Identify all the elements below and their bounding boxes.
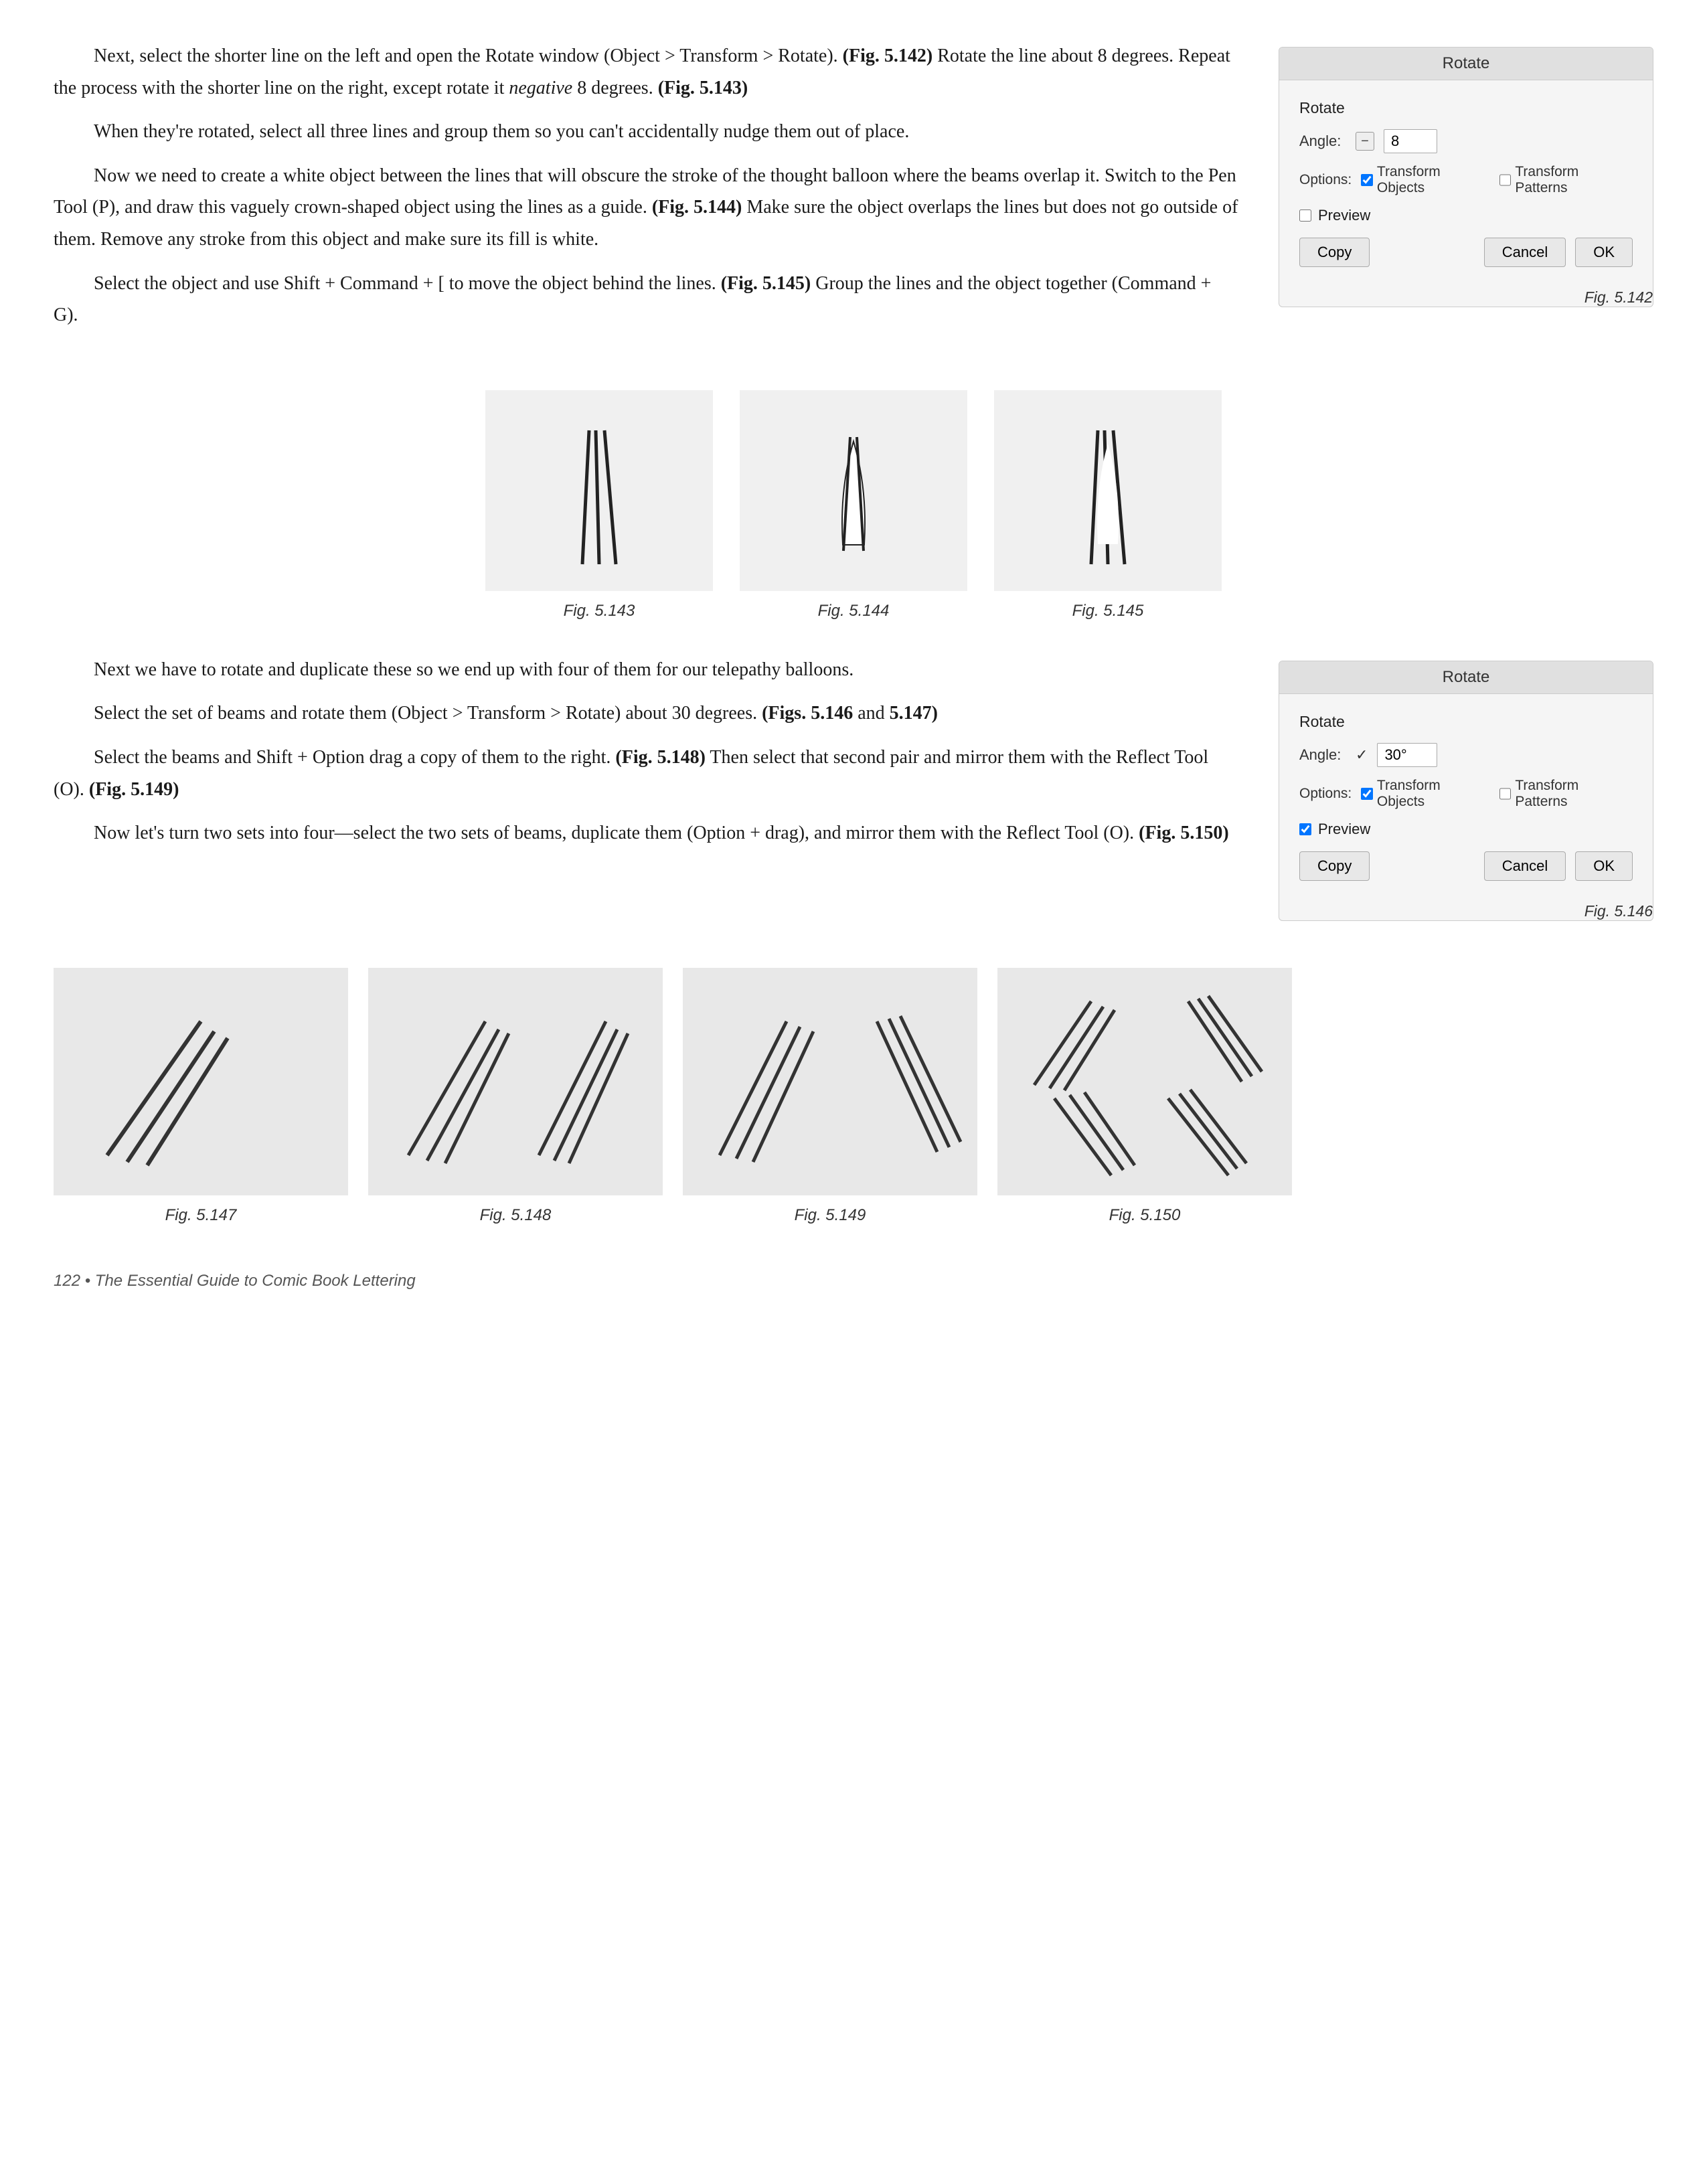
fig150-ref: (Fig. 5.150) bbox=[1139, 823, 1229, 843]
page-content: Next, select the shorter line on the lef… bbox=[54, 40, 1653, 1290]
checkmark-icon-2: ✓ bbox=[1356, 746, 1368, 764]
fig142-ref: (Fig. 5.142) bbox=[843, 46, 933, 66]
page-separator: • bbox=[85, 1272, 95, 1290]
options-row-2: Options: Transform Objects Transform Pat… bbox=[1299, 778, 1633, 810]
dialog-body-1: Rotate Angle: − Options: Transform Objec… bbox=[1279, 80, 1653, 283]
fig146-caption: Fig. 5.146 bbox=[1279, 902, 1653, 920]
angle-input-1[interactable] bbox=[1384, 129, 1437, 153]
angle-label-2: Angle: bbox=[1299, 746, 1346, 764]
figure-149: Fig. 5.149 bbox=[683, 968, 977, 1225]
minus-button-1[interactable]: − bbox=[1356, 132, 1374, 151]
text-column-1: Next, select the shorter line on the lef… bbox=[54, 40, 1238, 343]
preview-label-2: Preview bbox=[1318, 821, 1370, 838]
para-6: Select the set of beams and rotate them … bbox=[54, 697, 1238, 730]
copy-button-1[interactable]: Copy bbox=[1299, 238, 1370, 267]
transform-patterns-checkbox-1[interactable] bbox=[1499, 174, 1512, 186]
fig145-ref: (Fig. 5.145) bbox=[721, 273, 811, 294]
fig144-label: Fig. 5.144 bbox=[818, 602, 890, 620]
dialog-body-2: Rotate Angle: ✓ Options: Transform Objec… bbox=[1279, 694, 1653, 897]
text-column-2: Next we have to rotate and duplicate the… bbox=[54, 654, 1238, 861]
fig148-label: Fig. 5.148 bbox=[480, 1206, 552, 1225]
ok-button-1[interactable]: OK bbox=[1575, 238, 1633, 267]
dialog-section-2: Rotate bbox=[1299, 713, 1633, 731]
figures-row-1: Fig. 5.143 Fig. 5.144 bbox=[54, 390, 1653, 620]
preview-row-1: Preview bbox=[1299, 207, 1633, 224]
figure-150: Fig. 5.150 bbox=[997, 968, 1292, 1225]
page-number: 122 bbox=[54, 1272, 80, 1290]
mid-section: Next we have to rotate and duplicate the… bbox=[54, 654, 1653, 921]
fig147-label: Fig. 5.147 bbox=[165, 1206, 237, 1225]
transform-objects-label-2[interactable]: Transform Objects bbox=[1361, 778, 1489, 810]
preview-label-1: Preview bbox=[1318, 207, 1370, 224]
rotate-dialog-1: Rotate Rotate Angle: − Options: Transfor… bbox=[1279, 47, 1653, 307]
fig149-label: Fig. 5.149 bbox=[795, 1206, 866, 1225]
fig147-image bbox=[54, 968, 348, 1195]
figure-143: Fig. 5.143 bbox=[485, 390, 713, 620]
dialog-title-1: Rotate bbox=[1279, 48, 1653, 80]
options-row-1: Options: Transform Objects Transform Pat… bbox=[1299, 164, 1633, 196]
figs-146-147-ref: (Figs. 5.146 bbox=[762, 703, 853, 724]
angle-label-1: Angle: bbox=[1299, 133, 1346, 150]
fig144-image bbox=[740, 390, 967, 591]
transform-patterns-checkbox-2[interactable] bbox=[1499, 788, 1512, 800]
fig148-ref: (Fig. 5.148) bbox=[615, 747, 706, 768]
preview-row-2: Preview bbox=[1299, 821, 1633, 838]
para-5: Next we have to rotate and duplicate the… bbox=[54, 654, 1238, 686]
para-1: Next, select the shorter line on the lef… bbox=[54, 40, 1238, 104]
fig149-image bbox=[683, 968, 977, 1195]
cancel-button-2[interactable]: Cancel bbox=[1484, 851, 1566, 881]
dialog-buttons-2: Copy Cancel OK bbox=[1299, 851, 1633, 881]
figures-row-2: Fig. 5.147 Fig. 5.148 bbox=[54, 968, 1653, 1225]
fig143-image bbox=[485, 390, 713, 591]
options-label-2: Options: bbox=[1299, 786, 1352, 802]
fig142-caption: Fig. 5.142 bbox=[1279, 288, 1653, 307]
para-4: Select the object and use Shift + Comman… bbox=[54, 268, 1238, 331]
preview-checkbox-1[interactable] bbox=[1299, 209, 1311, 222]
fig150-label: Fig. 5.150 bbox=[1109, 1206, 1181, 1225]
para-7: Select the beams and Shift + Option drag… bbox=[54, 742, 1238, 805]
figure-144: Fig. 5.144 bbox=[740, 390, 967, 620]
transform-patterns-label-1[interactable]: Transform Patterns bbox=[1499, 164, 1633, 196]
figure-148: Fig. 5.148 bbox=[368, 968, 663, 1225]
fig145-image bbox=[994, 390, 1222, 591]
top-section: Next, select the shorter line on the lef… bbox=[54, 40, 1653, 343]
para-2: When they're rotated, select all three l… bbox=[54, 116, 1238, 148]
fig145-label: Fig. 5.145 bbox=[1072, 602, 1144, 620]
angle-row-2: Angle: ✓ bbox=[1299, 743, 1633, 767]
angle-row-1: Angle: − bbox=[1299, 129, 1633, 153]
ok-button-2[interactable]: OK bbox=[1575, 851, 1633, 881]
preview-checkbox-2[interactable] bbox=[1299, 823, 1311, 835]
fig143-ref: (Fig. 5.143) bbox=[658, 78, 748, 98]
para-8: Now let's turn two sets into four—select… bbox=[54, 817, 1238, 849]
figure-145: Fig. 5.145 bbox=[994, 390, 1222, 620]
dialog-buttons-1: Copy Cancel OK bbox=[1299, 238, 1633, 267]
copy-button-2[interactable]: Copy bbox=[1299, 851, 1370, 881]
cancel-button-1[interactable]: Cancel bbox=[1484, 238, 1566, 267]
dialog-title-2: Rotate bbox=[1279, 661, 1653, 694]
transform-objects-checkbox-2[interactable] bbox=[1361, 788, 1373, 800]
transform-objects-label-1[interactable]: Transform Objects bbox=[1361, 164, 1489, 196]
dialog-section-1: Rotate bbox=[1299, 99, 1633, 117]
figure-147: Fig. 5.147 bbox=[54, 968, 348, 1225]
fig143-label: Fig. 5.143 bbox=[564, 602, 635, 620]
fig144-ref: (Fig. 5.144) bbox=[652, 197, 742, 218]
page-footer: 122 • The Essential Guide to Comic Book … bbox=[54, 1272, 1653, 1290]
rotate-dialog-2: Rotate Rotate Angle: ✓ Options: Transfor… bbox=[1279, 661, 1653, 921]
angle-input-2[interactable] bbox=[1377, 743, 1437, 767]
fig149-ref: (Fig. 5.149) bbox=[89, 779, 179, 800]
transform-patterns-label-2[interactable]: Transform Patterns bbox=[1499, 778, 1633, 810]
fig148-image bbox=[368, 968, 663, 1195]
para-3: Now we need to create a white object bet… bbox=[54, 160, 1238, 256]
transform-objects-checkbox-1[interactable] bbox=[1361, 174, 1373, 186]
book-title: The Essential Guide to Comic Book Letter… bbox=[95, 1272, 416, 1290]
options-label-1: Options: bbox=[1299, 172, 1352, 188]
fig150-image bbox=[997, 968, 1292, 1195]
fig147-ref2: 5.147) bbox=[890, 703, 938, 724]
